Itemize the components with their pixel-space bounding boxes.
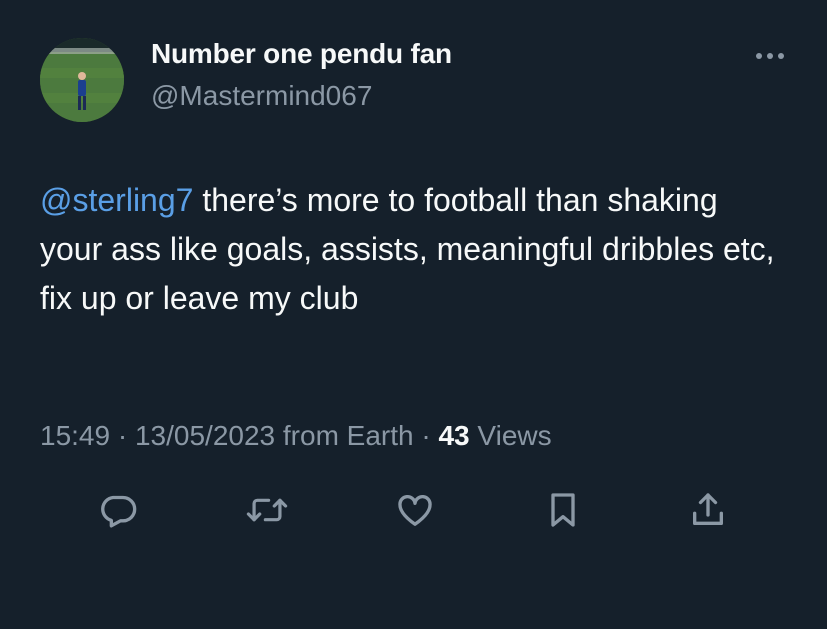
tweet-text: @sterling7 there’s more to football than… xyxy=(40,176,780,323)
retweet-button[interactable] xyxy=(245,490,289,534)
like-button[interactable] xyxy=(393,490,437,534)
avatar[interactable] xyxy=(40,38,124,122)
tweet-meta: 15:49 · 13/05/2023 from Earth · 43 Views xyxy=(40,420,552,452)
more-horizontal-icon[interactable] xyxy=(752,42,788,70)
reply-icon xyxy=(98,490,138,535)
share-icon xyxy=(688,490,728,535)
action-bar xyxy=(0,490,827,534)
mention-link[interactable]: @sterling7 xyxy=(40,182,193,218)
display-name[interactable]: Number one pendu fan xyxy=(151,38,452,70)
reply-button[interactable] xyxy=(96,490,140,534)
retweet-icon xyxy=(246,490,288,535)
bookmark-icon xyxy=(543,490,583,535)
bookmark-button[interactable] xyxy=(541,490,585,534)
heart-icon xyxy=(395,490,435,535)
share-button[interactable] xyxy=(686,490,730,534)
user-handle[interactable]: @Mastermind067 xyxy=(151,80,372,112)
tweet-time[interactable]: 15:49 xyxy=(40,420,110,451)
meta-separator: · xyxy=(117,420,128,451)
views-count: 43 xyxy=(438,420,470,451)
tweet-date[interactable]: 13/05/2023 xyxy=(135,420,275,451)
views-label: Views xyxy=(477,420,552,451)
tweet-source: from Earth xyxy=(282,420,414,451)
meta-separator: · xyxy=(421,420,431,451)
